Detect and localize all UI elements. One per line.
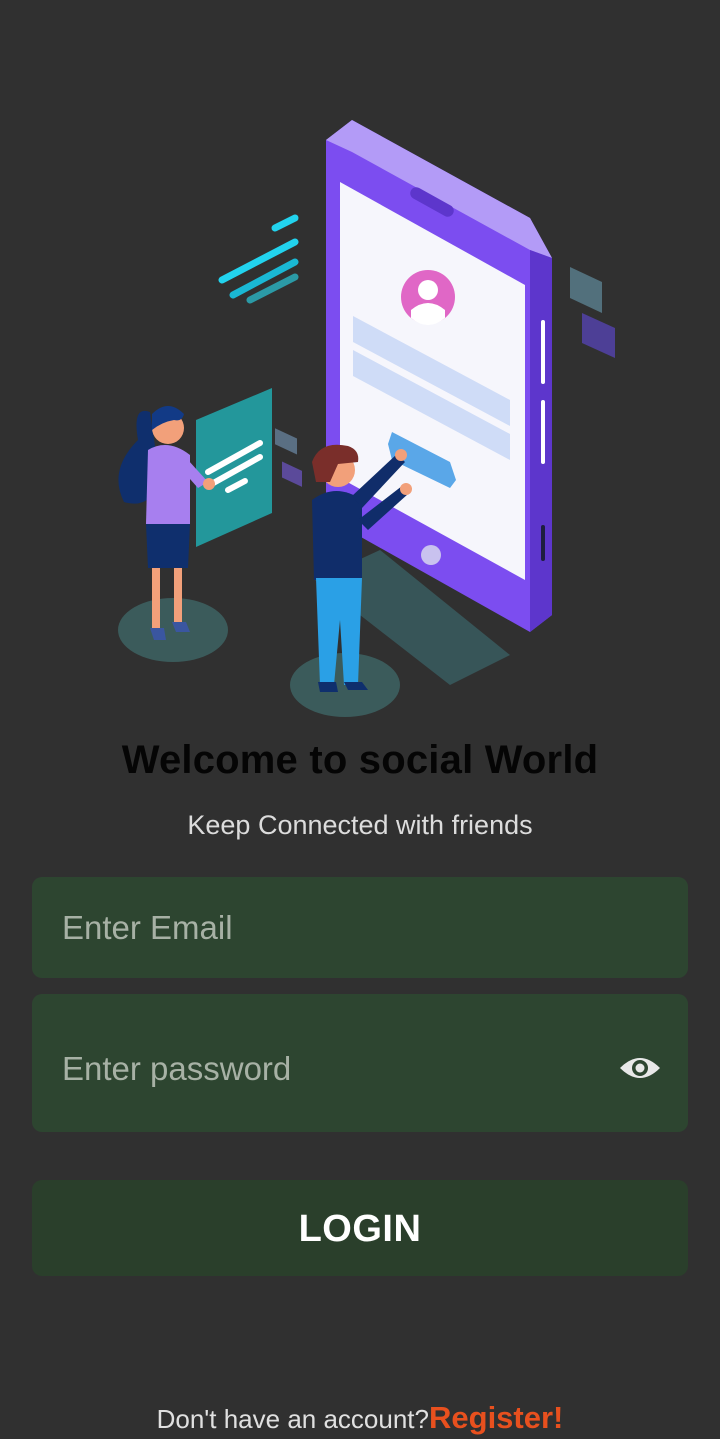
no-account-text: Don't have an account? <box>156 1404 429 1434</box>
hero-illustration <box>118 120 615 717</box>
floating-lines <box>218 214 299 304</box>
email-field-container <box>32 877 688 978</box>
register-prompt: Don't have an account?Register! <box>0 1400 720 1436</box>
register-link[interactable]: Register! <box>429 1400 563 1435</box>
password-input[interactable] <box>62 1024 602 1114</box>
floor-shadow-left <box>118 598 228 662</box>
welcome-title: Welcome to social World <box>121 738 599 782</box>
login-button[interactable]: LOGIN <box>32 1180 688 1276</box>
eye-icon[interactable] <box>618 1052 662 1084</box>
welcome-subtitle: Keep Connected with friends <box>187 810 533 840</box>
floating-card <box>196 388 272 547</box>
email-input[interactable] <box>62 877 602 978</box>
password-field-container <box>32 994 688 1132</box>
login-screen: Welcome to social World Keep Connected w… <box>0 0 720 1439</box>
